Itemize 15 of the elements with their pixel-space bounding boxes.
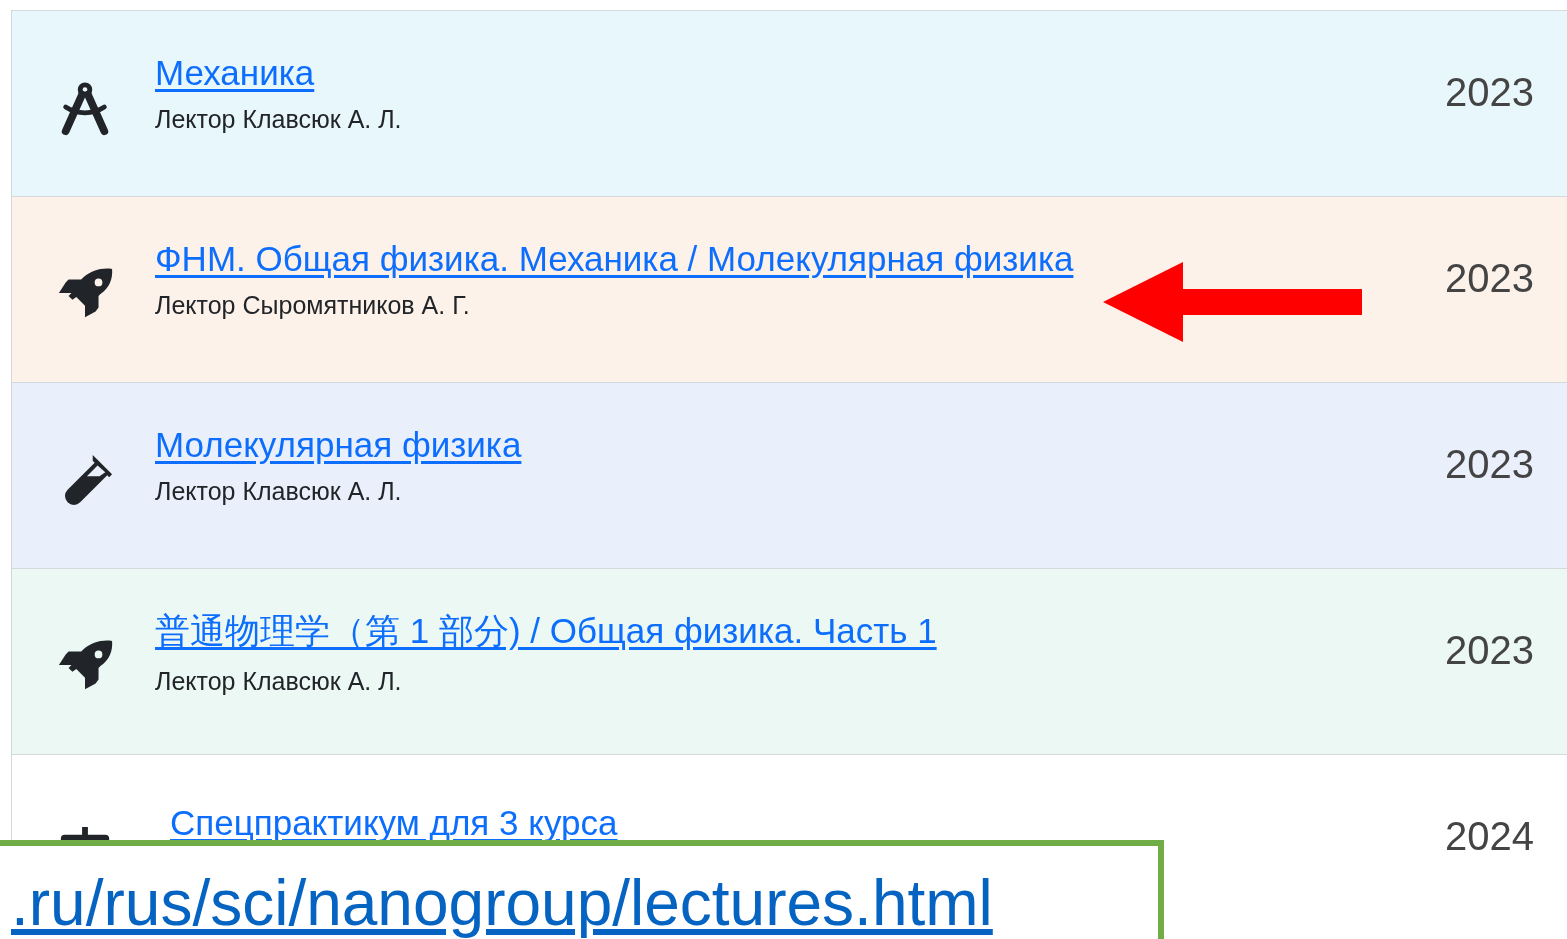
lecture-year: 2024	[1445, 814, 1535, 859]
lecturer-name: Лектор Клавсюк А. Л.	[155, 477, 403, 506]
lecture-year: 2023	[1445, 628, 1535, 673]
lecture-title-link[interactable]: Спецпрактикум для 3 курса	[170, 803, 618, 843]
lecture-title-link[interactable]: ФНМ. Общая физика. Механика / Молекулярная физика	[155, 239, 1074, 279]
lecturer-name: Лектор Сыромятников А. Г.	[155, 291, 471, 320]
lecturer-name: Лектор Клавсюк А. Л.	[155, 666, 403, 696]
lecture-year: 2023	[1445, 442, 1535, 487]
lecture-year: 2023	[1445, 70, 1535, 115]
lecture-title-link[interactable]: 普通物理学（第 1 部分) / Общая физика. Часть 1	[155, 607, 937, 655]
lecturer-name: Лектор Клавсюк А. Л.	[155, 105, 403, 134]
lecture-title-link[interactable]: Механика	[155, 53, 315, 93]
lecture-title-link[interactable]: Молекулярная физика	[155, 425, 522, 465]
url-link[interactable]: .ru/rus/sci/nanogroup/lectures.html	[11, 867, 993, 939]
lecture-year: 2023	[1445, 256, 1535, 301]
